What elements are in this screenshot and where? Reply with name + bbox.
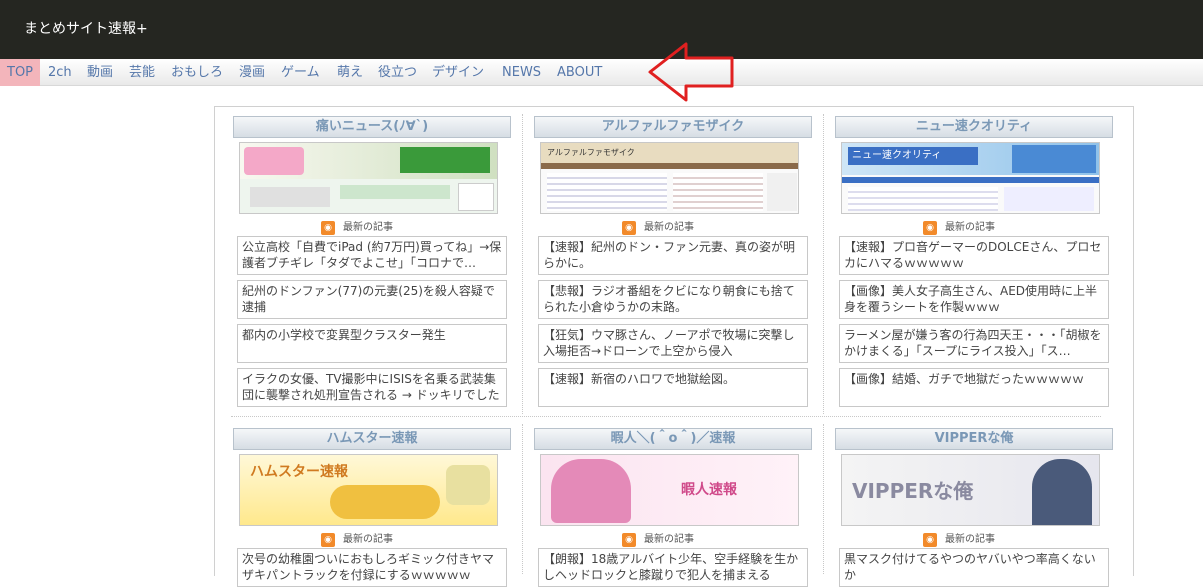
article-link[interactable]: 【悲報】ラジオ番組をクビになり朝食にも捨てられた小倉ゆうかの末路。 [538, 280, 808, 319]
latest-label: 最新の記事 [644, 222, 694, 233]
site-thumbnail[interactable] [239, 142, 498, 214]
article-link[interactable]: 黒マスク付けてるやつのヤバいやつ率高くないか [839, 548, 1109, 587]
site-name-link[interactable]: ハムスター速報 [233, 428, 511, 450]
column-divider [522, 114, 523, 414]
site-thumbnail[interactable]: ニュー速クオリティ [841, 142, 1100, 214]
nav-item-video[interactable]: 動画 [87, 59, 113, 86]
latest-label: 最新の記事 [644, 534, 694, 545]
latest-label: 最新の記事 [343, 222, 393, 233]
article-link[interactable]: 【画像】結婚、ガチで地獄だったｗｗｗｗｗ [839, 368, 1109, 407]
row-divider [231, 416, 1101, 417]
article-link[interactable]: 【朗報】18歳アルバイト少年、空手経験を生かしヘッドロックと膝蹴りで犯人を捕まえ… [538, 548, 808, 587]
rss-icon[interactable]: ◉ [923, 533, 937, 547]
nav-item-2ch[interactable]: 2ch [48, 59, 72, 86]
site-name-link[interactable]: 痛いニュース(ﾉ∀`) [233, 116, 511, 138]
latest-label: 最新の記事 [343, 534, 393, 545]
nav-item-about[interactable]: ABOUT [557, 59, 602, 86]
article-link[interactable]: 【速報】紀州のドン・ファン元妻、真の姿が明らかに。 [538, 236, 808, 275]
article-link[interactable]: 【速報】新宿のハロワで地獄絵図。 [538, 368, 808, 407]
latest-row: ◉ 最新の記事 [233, 532, 511, 548]
nav-item-news[interactable]: NEWS [502, 59, 541, 86]
column-divider [522, 424, 523, 574]
left-arrow-annotation [648, 42, 734, 102]
site-name-link[interactable]: ニュー速クオリティ [835, 116, 1113, 138]
rss-icon[interactable]: ◉ [622, 533, 636, 547]
article-link[interactable]: 【画像】美人女子高生さん、AED使用時に上半身を覆うシートを作製ｗｗｗ [839, 280, 1109, 319]
site-title[interactable]: まとめサイト速報+ [24, 18, 148, 38]
nav-item-game[interactable]: ゲーム [281, 59, 320, 86]
latest-row: ◉ 最新の記事 [534, 220, 812, 236]
article-link[interactable]: 紀州のドンファン(77)の元妻(25)を殺人容疑で逮捕 [237, 280, 507, 319]
article-link[interactable]: イラクの女優、TV撮影中にISISを名乗る武装集団に襲撃され処刑宣告される → … [237, 368, 507, 407]
nav-item-manga[interactable]: 漫画 [239, 59, 265, 86]
nav-bar: TOP 2ch 動画 芸能 おもしろ 漫画 ゲーム 萌え 役立つ デザイン NE… [0, 59, 1203, 86]
latest-row: ◉ 最新の記事 [835, 220, 1113, 236]
article-link[interactable]: 【速報】プロ音ゲーマーのDOLCEさん、プロセカにハマるｗｗｗｗｗ [839, 236, 1109, 275]
nav-item-moe[interactable]: 萌え [337, 59, 363, 86]
article-link[interactable]: ラーメン屋が嫌う客の行為四天王・・・「胡椒をかけまくる」「スープにライス投入」「… [839, 324, 1109, 363]
latest-row: ◉ 最新の記事 [835, 532, 1113, 548]
site-thumbnail[interactable]: アルファルファモザイク [540, 142, 799, 214]
nav-item-useful[interactable]: 役立つ [378, 59, 417, 86]
article-link[interactable]: 【狂気】ウマ豚さん、ノーアポで牧場に突撃し入場拒否→ドローンで上空から侵入 [538, 324, 808, 363]
site-name-link[interactable]: アルファルファモザイク [534, 116, 812, 138]
site-name-link[interactable]: 暇人＼(＾o＾)／速報 [534, 428, 812, 450]
latest-row: ◉ 最新の記事 [233, 220, 511, 236]
rss-icon[interactable]: ◉ [321, 533, 335, 547]
site-name-link[interactable]: VIPPERな俺 [835, 428, 1113, 450]
latest-row: ◉ 最新の記事 [534, 532, 812, 548]
site-thumbnail[interactable]: VIPPERな俺 [841, 454, 1100, 526]
nav-item-top[interactable]: TOP [0, 59, 41, 86]
article-link[interactable]: 都内の小学校で変異型クラスター発生 [237, 324, 507, 363]
latest-label: 最新の記事 [945, 534, 995, 545]
site-thumbnail[interactable]: 暇人速報 [540, 454, 799, 526]
article-link[interactable]: 公立高校「自費でiPad (約7万円)買ってね」→保護者ブチギレ「タダでよこせ」… [237, 236, 507, 275]
rss-icon[interactable]: ◉ [321, 221, 335, 235]
latest-label: 最新の記事 [945, 222, 995, 233]
rss-icon[interactable]: ◉ [622, 221, 636, 235]
site-header: まとめサイト速報+ [0, 0, 1203, 59]
article-link[interactable]: 次号の幼稚園ついにおもしろギミック付きヤマザキパントラックを付録にするｗｗｗｗｗ [237, 548, 507, 587]
rss-icon[interactable]: ◉ [923, 221, 937, 235]
column-divider [823, 424, 824, 574]
nav-item-funny[interactable]: おもしろ [171, 59, 223, 86]
site-thumbnail[interactable]: ハムスター速報 [239, 454, 498, 526]
nav-item-design[interactable]: デザイン [432, 59, 484, 86]
nav-item-entertainment[interactable]: 芸能 [129, 59, 155, 86]
column-divider [823, 114, 824, 414]
